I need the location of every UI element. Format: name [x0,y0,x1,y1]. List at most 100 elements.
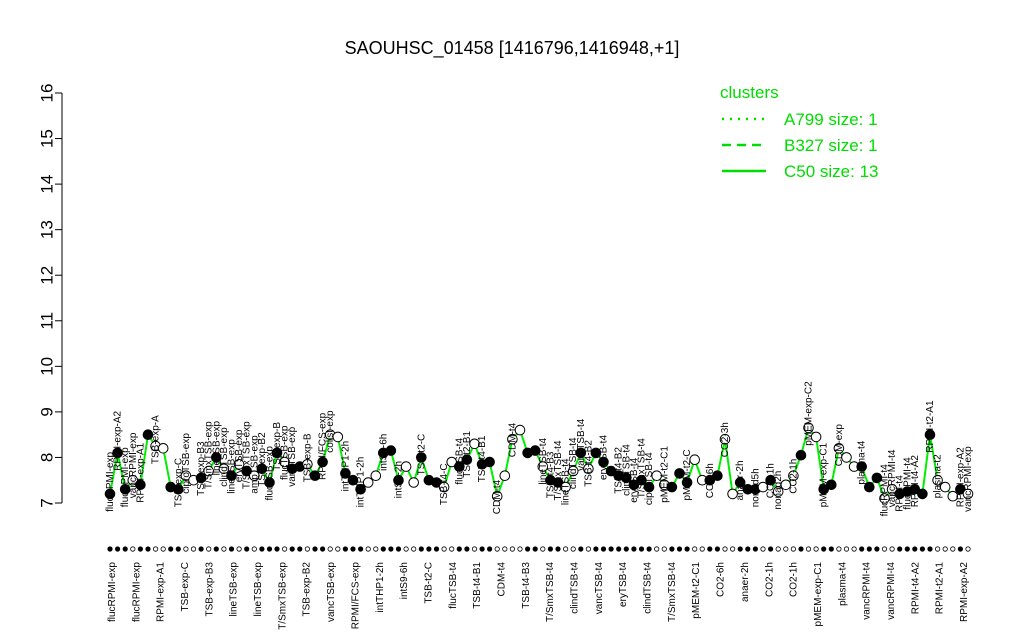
rug-mark [145,546,151,552]
chart-title: SAOUHSC_01458 [1416796,1416948,+1] [345,38,680,59]
rug-mark [213,546,219,552]
data-point [795,449,807,461]
legend-entry-label: A799 size: 1 [784,110,878,129]
rug-mark [570,546,576,552]
rug-mark [616,546,622,552]
rug-mark [578,546,584,552]
rug-mark [395,546,402,552]
rug-mark [509,546,516,552]
rug-mark [927,546,933,552]
rug-mark [593,546,599,552]
x-tick-label: RPMI-exp-A1 [156,562,167,622]
x-tick-label: TSB-exp-B3 [204,562,215,617]
legend-entry-label: B327 size: 1 [784,136,878,155]
rug-mark [760,546,766,552]
rug-mark [122,546,128,552]
point-label: pMEM-t2-C1 [659,446,670,503]
rug-mark [297,546,303,552]
point-label: CDM-t4 [507,422,518,457]
rug-mark [783,546,789,552]
x-tick-label: pMEM-t2-C1 [691,562,702,619]
rug-mark [342,546,348,552]
rug-mark [160,546,166,552]
data-point [408,477,420,488]
rug-mark [661,546,667,552]
x-tick-label: CDM-t4 [497,562,508,597]
rug-mark [729,546,736,552]
rug-mark [934,546,941,552]
x-tick-label: clindTSB-t4 [570,562,581,614]
rug-mark [684,546,690,552]
rug-mark [532,546,538,552]
rug-mark [107,546,113,552]
rug-mark [646,546,652,552]
rug-mark [304,546,310,552]
rug-mark [153,546,159,552]
rug-mark [714,546,721,552]
point-label: pMEM-t2-C [682,449,693,500]
point-label: TSB-t4-B2 [583,440,594,487]
rug-mark [828,546,834,552]
y-axis: 7 8 9 10 11 12 13 14 15 16 [37,84,63,508]
x-tick-label: vancRPMI-t4 [862,562,873,620]
rug-mark [767,546,774,552]
rug-mark [168,546,174,552]
rug-mark [357,546,364,552]
rug-mark [426,546,432,552]
x-tick-label: anaer-2h [740,562,751,602]
rug-mark [517,546,523,552]
rug-mark [874,546,880,552]
point-label: vancTSB-exp [287,426,298,486]
rug-mark [919,546,926,552]
rug-mark [752,546,759,552]
point-label: CO2-1h [788,459,799,494]
point-label: eryTSB-t4 [599,435,610,480]
y-tick-label: 10 [37,357,56,376]
x-tick-label: CO2-1h [789,562,800,597]
y-tick-label: 12 [37,266,56,285]
rug-mark [851,546,857,552]
rug-mark [274,546,280,552]
point-label: RPMI-t4-A2 [910,455,921,508]
rug-mark [251,546,257,552]
rug-mark [206,546,212,552]
rug-mark [737,546,743,552]
rug-mark [950,546,956,552]
y-tick-label: 16 [37,84,56,103]
rug-mark [524,546,531,552]
rug-mark [380,546,386,552]
x-tick-label: T/SmxTSB-t4 [545,562,556,622]
rug-mark [638,546,645,552]
point-labels: flucRPMI-expRPMI-exp-A2flucRPMI-expvancR… [105,381,974,516]
point-label: RPMI-exp-A1 [135,442,146,502]
rug-mark [623,546,629,552]
rug-mark [707,546,713,552]
rug-mark [388,546,394,552]
rug-mark [790,546,797,552]
x-tick-labels: flucRPMI-exp flucRPMI-exp RPMI-exp-A1 TSB-e… [107,562,970,630]
rug-mark [836,546,842,552]
rug-mark [881,546,888,552]
rug-mark [175,546,181,552]
rug-mark [281,546,288,552]
rug-mark [843,546,850,552]
rug-mark [654,546,660,552]
rug-mark [957,546,964,552]
rug-mark [600,546,607,552]
rug-mark [403,546,409,552]
rug-mark [319,546,326,552]
rug-mark [350,546,356,552]
x-tick-label: vancTSB-exp [326,562,337,622]
point-label: TSB-t4-B1 [477,435,488,482]
rug-mark [555,546,561,552]
point-label: ciproTSB-t4 [644,452,655,505]
point-label: colist-exp [325,410,336,453]
chart: SAOUHSC_01458 [1416796,1416948,+1] 7 8 9 10… [37,38,974,630]
x-tick-label: T/SmxTSB-t4 [667,562,678,622]
point-label: RPMI-t2-A1 [925,400,936,453]
rug-mark [137,546,143,552]
rug-mark [699,546,705,552]
rug-mark [813,546,819,552]
rug-mark [965,546,971,552]
rug-mark [190,546,197,552]
